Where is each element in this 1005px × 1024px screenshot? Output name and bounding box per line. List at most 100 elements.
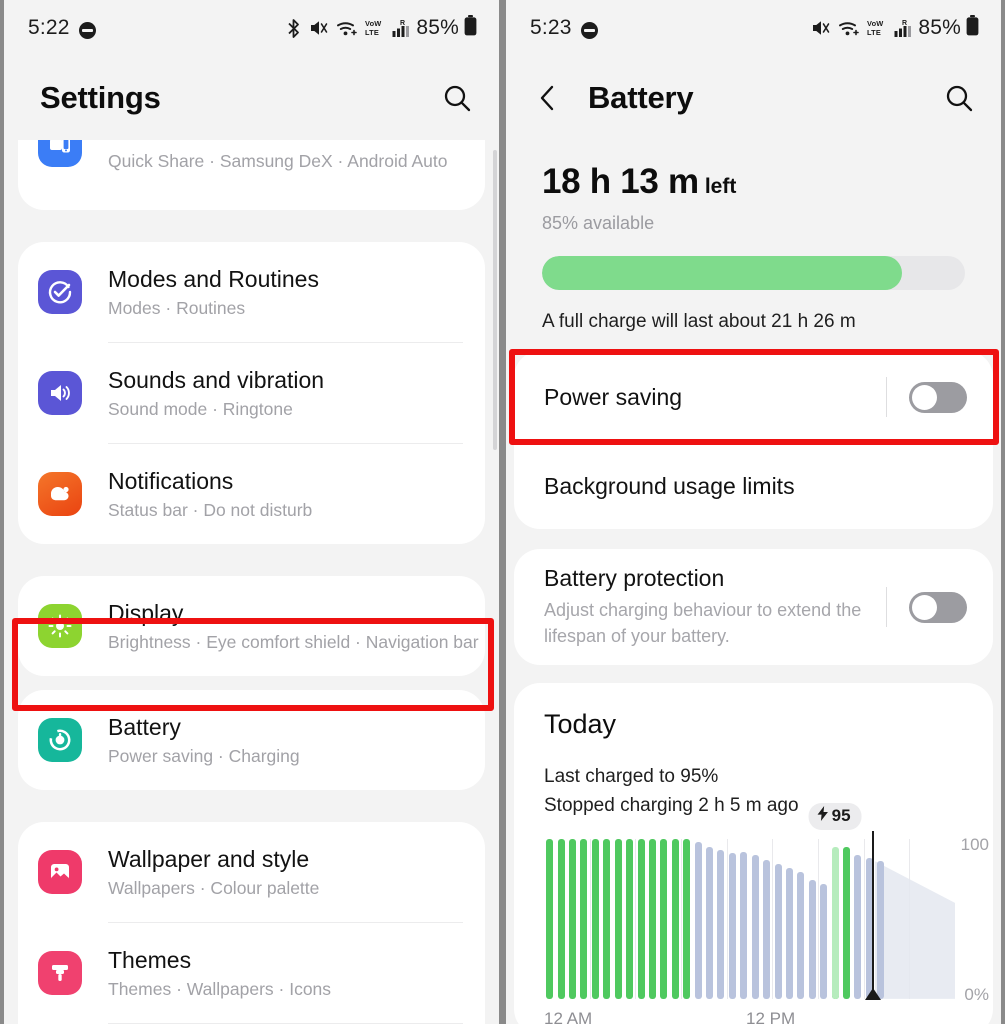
chart-gridline [818,838,819,999]
battery-icon [464,14,477,42]
chart-projection-area [875,861,955,999]
sidebar-item-connected-devices[interactable]: Connected devices Quick Share · Samsung … [18,140,485,180]
wifi-icon [336,19,358,38]
chart-x-tick-0: 12 AM [544,1008,593,1024]
chart-now-marker-arrow [864,987,881,1000]
sidebar-item-sublabel: Modes · Routines [108,297,246,318]
battery-available-label: 85% available [542,213,655,233]
svg-text:LTE: LTE [365,28,379,37]
today-heading: Today [544,709,617,739]
chart-charging-halo [831,846,839,999]
settings-group-1: Connected devices Quick Share · Samsung … [18,140,485,210]
battery-protection-row[interactable]: Battery protection Adjust charging behav… [514,549,993,665]
battery-icon [966,14,979,42]
chart-y-axis-max: 100 [960,834,989,854]
chart-gridline [726,838,728,999]
modes-routines-icon [38,270,82,314]
battery-settings-group-1: Power saving Background usage limits [514,351,993,529]
status-battery-percent: 85% [416,16,459,39]
background-usage-limits-row[interactable]: Background usage limits [514,443,993,529]
status-bar-left: 5:22 VoW LTE R 85% [4,0,499,56]
settings-group-3: Display Brightness · Eye comfort shield … [18,576,485,676]
sidebar-item-notifications[interactable]: Notifications Status bar · Do not distur… [18,444,485,544]
notifications-icon [38,472,82,516]
signal-icon: R [894,18,914,39]
chart-bar [637,838,645,999]
chart-gridline [863,838,865,999]
back-chevron-icon[interactable] [534,83,574,113]
chart-bar [660,838,668,999]
chart-gridline [589,838,591,999]
chart-bar [843,846,851,999]
chart-bar [671,838,679,999]
battery-level-fill [542,256,902,290]
battery-full-charge-note: A full charge will last about 21 h 26 m [542,311,856,332]
chart-bar [820,883,828,999]
sidebar-item-label: Battery [108,713,181,740]
settings-group-2: Modes and Routines Modes · Routines Soun… [18,242,485,544]
sidebar-item-sublabel: Wallpapers · Colour palette [108,877,320,898]
sidebar-item-modes-and-routines[interactable]: Modes and Routines Modes · Routines [18,242,485,342]
chart-bar [614,838,622,999]
svg-text:LTE: LTE [867,28,881,37]
dnd-icon [580,21,598,39]
sidebar-item-sounds-and-vibration[interactable]: Sounds and vibration Sound mode · Ringto… [18,343,485,443]
power-saving-toggle[interactable] [909,381,967,413]
sidebar-item-themes[interactable]: Themes Themes · Wallpapers · Icons [18,923,485,1023]
bluetooth-icon [285,18,302,39]
today-charge-info: Last charged to 95% Stopped charging 2 h… [514,740,993,821]
chart-gridline [772,838,774,999]
chart-gridline [681,838,682,999]
chart-bar [706,846,714,999]
settings-scroll-area[interactable]: Connected devices Quick Share · Samsung … [4,140,499,1024]
chart-bar [648,838,656,999]
battery-time-remaining: 18 h 13 m left [542,162,965,202]
sidebar-item-label: Notifications [108,467,234,494]
status-time: 5:22 [28,16,70,39]
chart-bar [626,838,634,999]
charging-bolt-icon [817,805,829,826]
volte-icon: VoW LTE [365,18,385,38]
status-time: 5:23 [530,16,572,39]
chart-bar [854,854,862,999]
chart-bar [774,864,782,999]
battery-protection-label: Battery protection [544,564,725,591]
chart-bar [717,850,725,999]
page-title: Battery [588,80,694,115]
settings-group-4: Battery Power saving · Charging [18,690,485,790]
chart-y-axis-min: 0% [964,984,989,1004]
settings-group-5: Wallpaper and style Wallpapers · Colour … [18,822,485,1024]
sidebar-item-wallpaper-and-style[interactable]: Wallpaper and style Wallpapers · Colour … [18,822,485,922]
chart-bar [569,838,577,999]
chart-bar [763,859,771,999]
stopped-charging-label: Stopped charging 2 h 5 m ago [544,795,799,817]
chart-bar [728,853,736,999]
power-saving-label: Power saving [544,383,683,410]
sidebar-item-label: Themes [108,946,192,973]
charging-peak-badge: 95 [808,802,862,830]
row-divider [886,377,887,417]
mute-icon [309,18,329,38]
last-charged-label: Last charged to 95% [544,766,719,787]
chart-bar [546,838,554,999]
scrollbar-left[interactable] [493,150,497,450]
chart-bar [591,838,599,999]
panel-divider [499,0,506,1024]
settings-app-bar: Settings [4,56,499,140]
chart-bar [694,842,702,999]
chart-bar [797,872,805,999]
battery-usage-chart: 95 100 0% [544,802,989,1004]
chart-bar [557,838,565,999]
sidebar-item-battery[interactable]: Battery Power saving · Charging [18,690,485,790]
search-icon[interactable] [441,82,473,114]
sidebar-item-sublabel: Themes · Wallpapers · Icons [108,978,332,999]
battery-protection-description: Adjust charging behaviour to extend the … [544,599,862,646]
status-battery-percent: 85% [918,16,961,39]
battery-protection-toggle[interactable] [909,591,967,623]
sidebar-item-sublabel: Brightness · Eye comfort shield · Naviga… [108,631,479,652]
sidebar-item-display[interactable]: Display Brightness · Eye comfort shield … [18,576,485,676]
mute-icon [811,18,831,38]
power-saving-row[interactable]: Power saving [514,351,993,443]
search-icon[interactable] [943,82,975,114]
chart-now-marker [871,830,875,999]
